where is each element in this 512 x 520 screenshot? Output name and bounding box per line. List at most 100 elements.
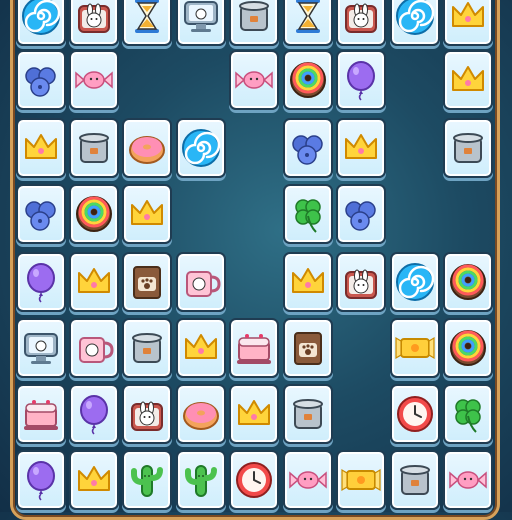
tile[interactable] [229,0,279,46]
tile[interactable] [443,0,493,46]
blue-swirl-lollipop-icon [396,263,435,301]
tile[interactable] [229,384,279,444]
rainbow-donut-icon [450,264,486,300]
tile[interactable] [16,118,66,178]
tile[interactable] [16,184,66,244]
tile[interactable] [176,252,226,312]
bunny-mug-icon [79,337,114,363]
tile[interactable] [176,384,226,444]
blue-swirl-lollipop-icon [396,0,435,35]
tile[interactable] [443,384,493,444]
tile[interactable] [69,318,119,378]
gold-crown-icon [292,268,324,293]
paw-cookie-bag-icon [294,332,322,365]
tile[interactable] [443,252,493,312]
tile[interactable] [16,50,66,110]
gold-crown-icon [452,66,484,91]
tile[interactable] [16,318,66,378]
tile[interactable] [283,50,333,110]
tile[interactable] [283,450,333,510]
cactus-icon [131,465,163,497]
hourglass-icon [135,0,159,33]
tile[interactable] [69,184,119,244]
tile[interactable] [229,318,279,378]
tile[interactable] [283,184,333,244]
tile[interactable] [283,118,333,178]
bunny-monitor-icon [24,333,58,364]
tile[interactable] [283,252,333,312]
tile[interactable] [336,118,386,178]
tile[interactable] [122,118,172,178]
tile[interactable] [283,0,333,46]
gold-crown-icon [452,2,484,27]
tile[interactable] [336,252,386,312]
tile[interactable] [122,0,172,46]
tile[interactable] [390,450,440,510]
four-leaf-clover-icon [295,199,321,233]
tile[interactable] [336,184,386,244]
purple-balloon-icon [27,263,55,303]
pink-cake-icon [237,334,271,364]
tile[interactable] [122,252,172,312]
purple-balloon-icon [27,461,55,501]
tile[interactable] [69,50,119,110]
tile[interactable] [69,384,119,444]
wrapped-candy-icon [75,71,113,89]
tile[interactable] [336,0,386,46]
tile[interactable] [336,450,386,510]
blueberries-icon [345,201,376,231]
bunny-tin-box-icon [345,3,377,33]
tile[interactable] [390,318,440,378]
tile[interactable] [16,252,66,312]
tile[interactable] [122,384,172,444]
tile[interactable] [283,318,333,378]
bunny-monitor-icon [184,1,218,32]
red-clock-icon [236,462,272,498]
tile[interactable] [443,50,493,110]
tile[interactable] [390,384,440,444]
tile[interactable] [176,318,226,378]
gold-crown-icon [25,134,57,159]
tile[interactable] [16,0,66,46]
gold-crown-icon [131,200,163,225]
blue-swirl-lollipop-icon [22,0,61,35]
rainbow-donut-icon [76,196,112,232]
tile[interactable] [16,384,66,444]
blueberries-icon [25,201,56,231]
tile[interactable] [443,118,493,178]
bunny-tin-box-icon [131,401,163,431]
cactus-icon [185,465,217,497]
tile[interactable] [390,0,440,46]
tile[interactable] [16,450,66,510]
metal-pot-icon [132,333,162,363]
tile[interactable] [390,252,440,312]
blue-swirl-lollipop-icon [182,129,221,167]
tile[interactable] [69,450,119,510]
tile[interactable] [176,0,226,46]
tile[interactable] [122,184,172,244]
tile[interactable] [69,252,119,312]
tile[interactable] [122,318,172,378]
tile[interactable] [336,50,386,110]
gold-crown-icon [78,466,110,491]
tile[interactable] [122,450,172,510]
tile[interactable] [229,450,279,510]
tile[interactable] [69,0,119,46]
tile[interactable] [176,450,226,510]
tile[interactable] [69,118,119,178]
tile[interactable] [283,384,333,444]
metal-pot-icon [79,133,109,163]
rainbow-donut-icon [450,330,486,366]
yellow-candy-icon [341,468,381,492]
wrapped-candy-icon [449,471,487,489]
paw-cookie-bag-icon [133,266,161,299]
tile[interactable] [443,450,493,510]
tile[interactable] [229,50,279,110]
bunny-mug-icon [186,271,221,297]
hourglass-icon [296,0,320,33]
tile[interactable] [176,118,226,178]
rainbow-donut-icon [290,62,326,98]
tile[interactable] [443,318,493,378]
four-leaf-clover-icon [455,399,481,433]
wrapped-candy-icon [289,471,327,489]
